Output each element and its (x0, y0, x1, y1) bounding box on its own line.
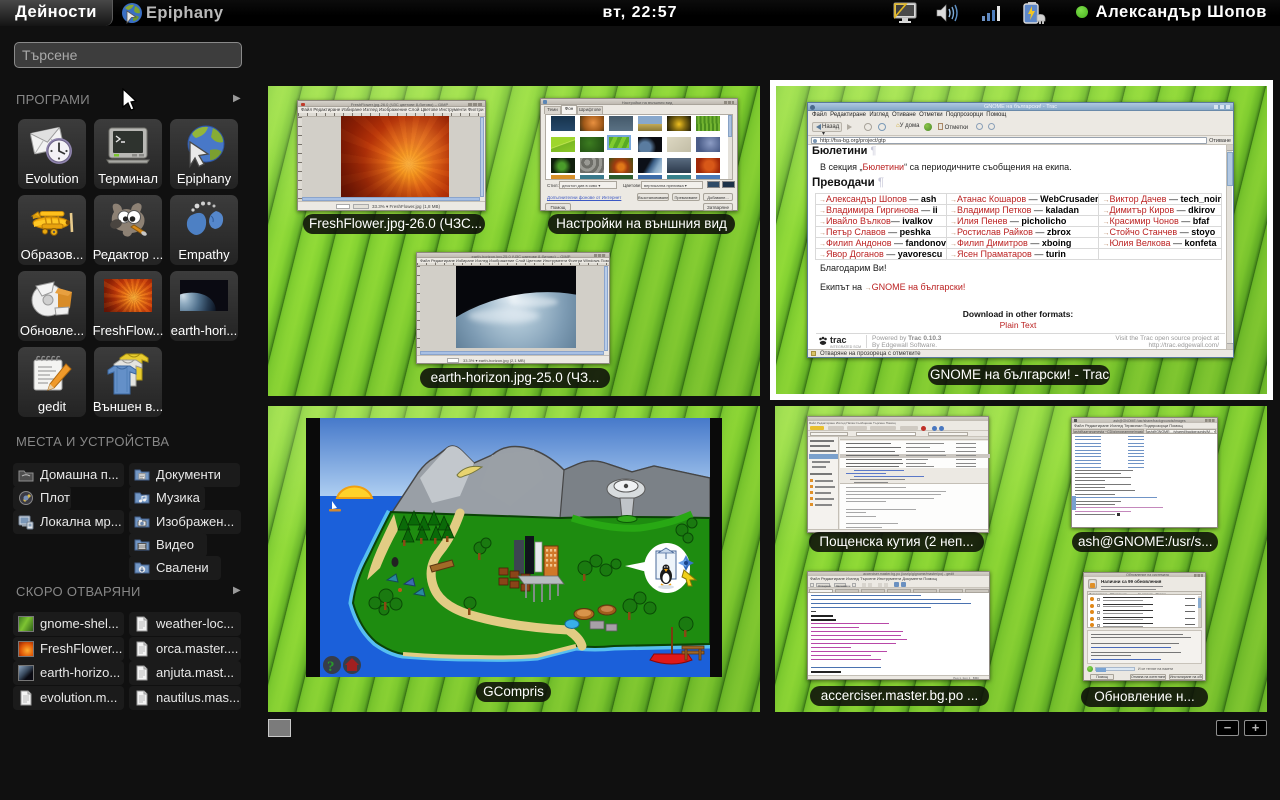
svg-text:?: ? (327, 659, 335, 675)
